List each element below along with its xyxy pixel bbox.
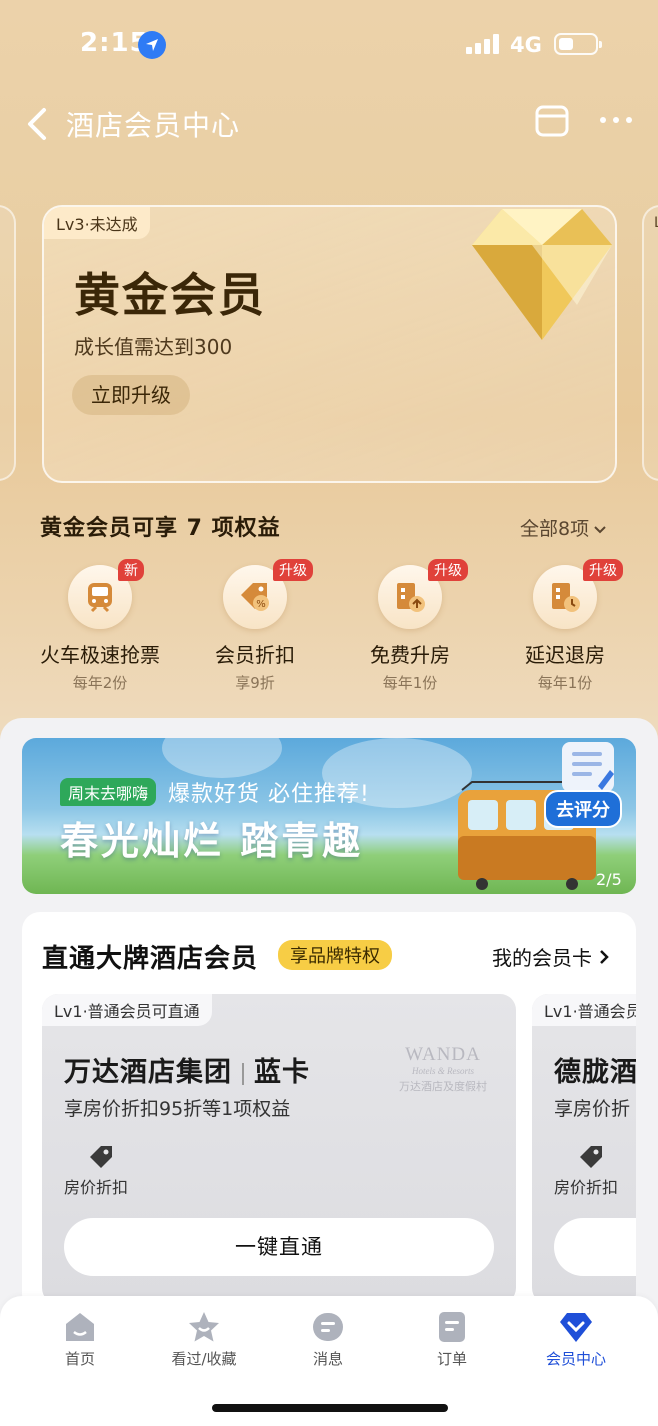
card-tier: 蓝卡: [254, 1057, 310, 1088]
chevron-right-icon: [598, 946, 610, 970]
svg-text:%: %: [256, 599, 266, 610]
tab-member-center[interactable]: 会员中心: [516, 1310, 636, 1369]
member-level-name: 黄金会员: [74, 268, 266, 322]
signal-icon: [466, 34, 500, 54]
banner-title: 春光灿烂 踏青趣: [60, 819, 364, 863]
benefit-quota: 享9折: [235, 674, 275, 692]
view-all-benefits[interactable]: 全部8项: [520, 514, 607, 541]
status-bar: 2:15 4G: [0, 0, 658, 90]
home-icon: [66, 1313, 94, 1341]
view-all-label: 全部8项: [520, 518, 590, 540]
hotel-benefit-desc: 享房价折扣95折等1项权益: [64, 1098, 291, 1120]
chevron-down-icon: [593, 518, 607, 540]
benefit-name: 延迟退房: [525, 643, 605, 667]
banner-page-indicator: 2/5: [596, 870, 622, 889]
my-member-cards-link[interactable]: 我的会员卡: [492, 942, 610, 971]
discount-tag-icon: % 升级: [223, 559, 313, 629]
cloud-decoration: [162, 738, 282, 778]
benefit-room-upgrade[interactable]: 升级 免费升房 每年1份: [340, 559, 480, 693]
wallet-icon[interactable]: [534, 104, 570, 138]
tab-messages[interactable]: 消息: [268, 1310, 388, 1369]
tab-label: 看过/收藏: [171, 1350, 237, 1368]
hotel-level-tag: Lv1·普通会员: [532, 994, 636, 1026]
late-checkout-icon: 升级: [533, 559, 623, 629]
benefit-name: 免费升房: [370, 643, 450, 667]
review-document-icon: [562, 742, 614, 792]
benefit-badge: 升级: [273, 559, 313, 581]
network-label: 4G: [510, 33, 542, 57]
my-cards-label: 我的会员卡: [492, 946, 592, 970]
wanda-logo: WANDA Hotels & Resorts 万达酒店及度假村: [399, 1044, 487, 1093]
price-tag-icon: [578, 1144, 604, 1170]
next-card-level-tag: L: [654, 215, 658, 231]
star-icon: [189, 1312, 219, 1342]
diamond-icon: [462, 205, 622, 345]
tab-home[interactable]: 首页: [20, 1310, 140, 1369]
benefit-name: 火车极速抢票: [40, 643, 160, 667]
next-member-card[interactable]: L: [642, 205, 658, 481]
page-title: 酒店会员中心: [66, 109, 241, 142]
section-title: 直通大牌酒店会员: [42, 944, 259, 974]
direct-access-button[interactable]: [554, 1218, 636, 1276]
benefit-quota: 每年1份: [537, 674, 593, 692]
benefit-train-ticket[interactable]: 新 火车极速抢票 每年2份: [30, 559, 170, 693]
benefit-badge: 升级: [428, 559, 468, 581]
divider: [242, 1062, 244, 1085]
tab-orders[interactable]: 订单: [392, 1310, 512, 1369]
benefit-quota: 每年1份: [382, 674, 438, 692]
message-icon: [313, 1313, 343, 1341]
more-icon[interactable]: [598, 110, 634, 130]
hotel-member-card-delonix[interactable]: Lv1·普通会员 德胧酒 享房价折 房价折扣: [532, 994, 636, 1304]
benefit-badge: 升级: [583, 559, 623, 581]
order-icon: [439, 1312, 465, 1342]
upgrade-button[interactable]: 立即升级: [72, 375, 190, 415]
benefit-name: 会员折扣: [215, 643, 295, 667]
benefit-quota: 每年2份: [72, 674, 128, 692]
direct-access-button[interactable]: 一键直通: [64, 1218, 494, 1276]
tab-label: 会员中心: [545, 1350, 606, 1368]
hotel-name: 德胧酒: [554, 1057, 636, 1088]
banner-tag: 周末去哪嗨: [60, 778, 157, 806]
brand-hotel-section: 直通大牌酒店会员 享品牌特权 我的会员卡 Lv1·普通会员可直通 WANDA H…: [22, 912, 636, 1312]
hotel-level-tag: Lv1·普通会员可直通: [42, 994, 212, 1026]
banner-subtitle: 爆款好货 必住推荐!: [168, 782, 370, 807]
location-arrow-icon: [138, 31, 166, 59]
tab-label: 消息: [312, 1350, 343, 1368]
benefit-badge: 新: [118, 559, 144, 581]
hotel-benefit-label: 房价折扣: [64, 1178, 129, 1197]
benefit-late-checkout[interactable]: 升级 延迟退房 每年1份: [495, 559, 635, 693]
benefit-member-discount[interactable]: % 升级 会员折扣 享9折: [185, 559, 325, 693]
growth-requirement: 成长值需达到300: [74, 335, 233, 359]
hotel-benefit-desc: 享房价折: [554, 1098, 631, 1120]
promo-banner[interactable]: 周末去哪嗨 爆款好货 必住推荐! 春光灿烂 踏青趣 去评分 2/5: [22, 738, 636, 894]
member-icon: [560, 1313, 592, 1342]
tab-label: 订单: [436, 1350, 467, 1368]
level-tag: Lv3·未达成: [44, 207, 150, 239]
room-upgrade-icon: 升级: [378, 559, 468, 629]
battery-icon: [554, 33, 602, 55]
tab-history[interactable]: 看过/收藏: [144, 1310, 264, 1369]
hotel-benefit-label: 房价折扣: [554, 1178, 619, 1197]
hotel-name: 万达酒店集团 蓝卡: [64, 1050, 310, 1089]
home-indicator: [212, 1404, 448, 1412]
hotel-member-card-wanda[interactable]: Lv1·普通会员可直通 WANDA Hotels & Resorts 万达酒店及…: [42, 994, 516, 1304]
brand-privilege-badge: 享品牌特权: [278, 940, 392, 970]
benefits-title: 黄金会员可享 7 项权益: [40, 516, 281, 541]
tab-label: 首页: [64, 1350, 95, 1368]
train-icon: 新: [68, 559, 144, 629]
hotel-group: 万达酒店集团: [64, 1057, 232, 1088]
back-button[interactable]: [22, 104, 58, 144]
previous-member-card[interactable]: [0, 205, 16, 481]
price-tag-icon: [88, 1144, 114, 1170]
rate-button[interactable]: 去评分: [544, 790, 622, 828]
